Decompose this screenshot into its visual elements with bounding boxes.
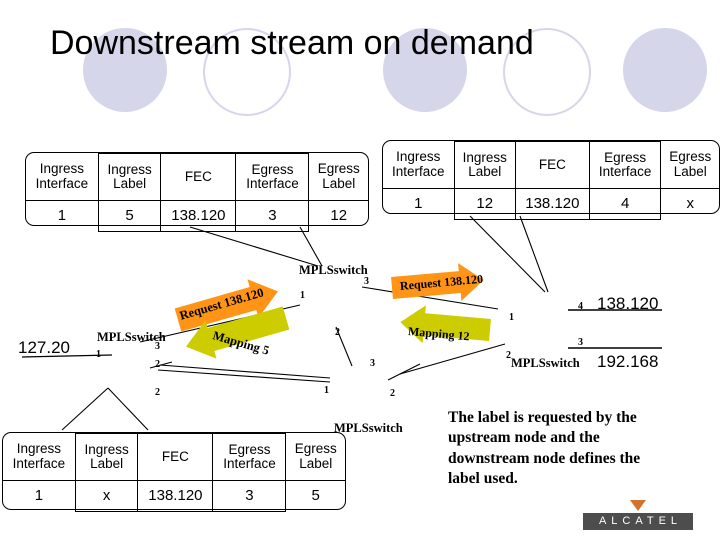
slide-canvas: Downstream stream on demand Request 138.… [0,0,720,540]
logo-wordmark: ALCATEL [598,515,683,527]
mapping-arrow-right [400,305,491,344]
message-arrows [174,263,491,359]
logo-triangle-icon [630,500,646,511]
request-arrow-right [391,263,484,302]
alcatel-logo: ALCATEL [583,500,693,532]
